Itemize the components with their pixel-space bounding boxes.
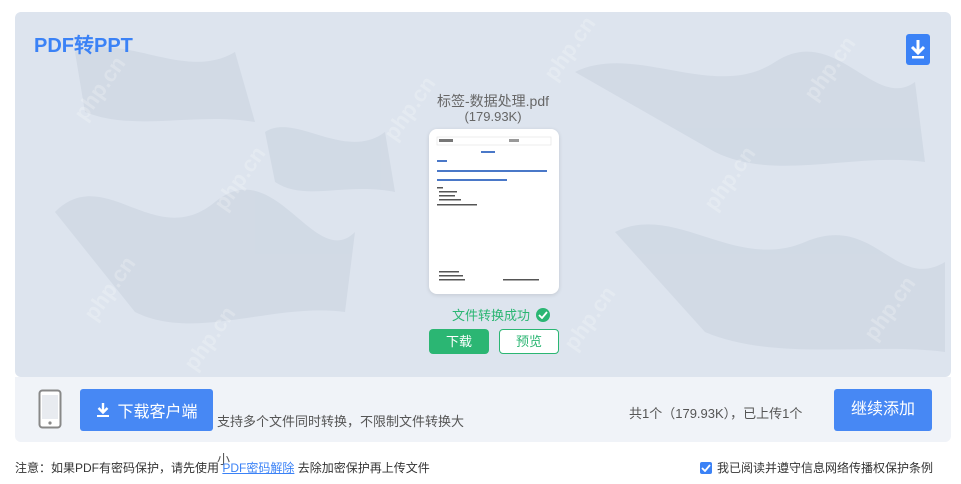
pdf-password-remove-link[interactable]: PDF密码解除 — [222, 461, 294, 475]
file-size: (179.93K) — [464, 109, 522, 124]
file-name: 标签-数据处理.pdf — [436, 93, 549, 109]
password-notice: 注意：如果PDF有密码保护，请先使用 PDF密码解除 去除加密保护再上传文件 — [15, 459, 430, 476]
download-arrow-icon — [97, 403, 110, 417]
status-text: 文件转换成功 — [452, 308, 531, 323]
bottom-bar: 下载客户端 支持多个文件同时转换，不限制文件转换大 小 共1个（179.93K）… — [15, 377, 951, 467]
continue-add-button[interactable]: 继续添加 — [834, 389, 932, 431]
agree-checkbox[interactable] — [700, 461, 712, 474]
notice-prefix: 注意：如果PDF有密码保护，请先使用 — [15, 461, 220, 475]
page-title: PDF转PPT — [34, 35, 133, 57]
download-client-label: 下载客户端 — [117, 404, 198, 421]
conversion-status: 文件转换成功 — [435, 305, 635, 324]
phone-icon — [38, 389, 62, 434]
preview-button[interactable]: 预览 — [499, 329, 559, 354]
agree-text: 我已阅读并遵守信息网络传播权保护条例 — [717, 461, 934, 475]
check-icon — [536, 307, 551, 322]
download-client-button[interactable]: 下载客户端 — [80, 389, 213, 431]
upload-count: 共1个（179.93K），已上传1个 — [629, 406, 803, 421]
download-button[interactable]: 下载 — [429, 329, 489, 354]
support-text-line1: 支持多个文件同时转换，不限制文件转换大 — [217, 414, 465, 429]
download-icon[interactable] — [906, 34, 930, 65]
agreement: 我已阅读并遵守信息网络传播权保护条例 — [700, 459, 933, 476]
notice-suffix: 去除加密保护再上传文件 — [297, 461, 430, 475]
conversion-panel: php.cn php.cn php.cn php.cn php.cn php.c… — [15, 12, 951, 377]
file-thumbnail[interactable] — [429, 129, 559, 294]
